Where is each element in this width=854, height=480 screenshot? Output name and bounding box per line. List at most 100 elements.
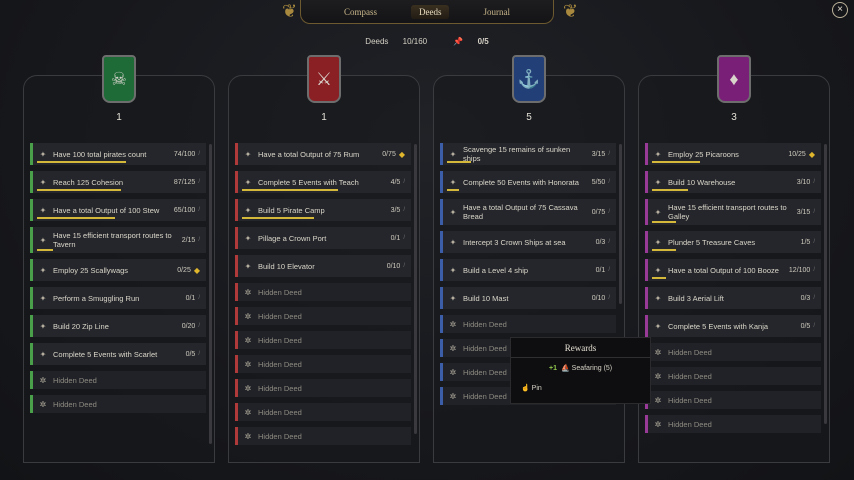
pin-icon[interactable]: /	[813, 209, 815, 215]
deed-name: Build 10 Mast	[463, 293, 509, 303]
pin-icon[interactable]: /	[403, 207, 405, 213]
booze-icon: ✦	[654, 265, 662, 275]
pin-icon[interactable]: /	[608, 151, 610, 157]
pin-icon[interactable]: /	[198, 151, 200, 157]
deed-row[interactable]: ✦ Reach 125 Cohesion 87/125/	[30, 171, 206, 193]
pin-icon[interactable]: /	[813, 267, 815, 273]
deed-progress: 0/3	[595, 238, 606, 246]
faction-level: 5	[526, 112, 532, 123]
close-button[interactable]: ×	[832, 2, 848, 18]
pin-icon[interactable]: /	[198, 323, 200, 329]
seafaring-icon: ⛵	[560, 365, 570, 372]
progress-bar	[37, 161, 126, 163]
deed-name: Complete 50 Events with Honorata	[463, 177, 579, 187]
hidden-deed-row[interactable]: ✲ Hidden Deed	[235, 307, 411, 325]
pin-icon[interactable]: /	[403, 235, 405, 241]
deed-row[interactable]: ✦ Plunder 5 Treasure Caves 1/5/	[645, 231, 821, 253]
gem-icon[interactable]: ◆	[809, 150, 815, 159]
deed-progress: 3/15	[591, 150, 606, 158]
deed-name: Perform a Smuggling Run	[53, 293, 140, 303]
deed-row[interactable]: ✦ Have a total Output of 100 Booze 12/100/	[645, 259, 821, 281]
deed-row[interactable]: ✦ Scavenge 15 remains of sunken ships 3/15…	[440, 143, 616, 165]
deed-row[interactable]: ✦ Have 100 total pirates count 74/100/	[30, 143, 206, 165]
gem-icon[interactable]: ◆	[194, 266, 200, 275]
camp-icon: ✦	[244, 205, 252, 215]
deed-row[interactable]: ✦ Complete 5 Events with Teach 4/5/	[235, 171, 411, 193]
deed-row[interactable]: ✦ Build 10 Mast 0/10/	[440, 287, 616, 309]
hidden-deed-row[interactable]: ✲ Hidden Deed	[235, 283, 411, 301]
hidden-deed-row[interactable]: ✲ Hidden Deed	[645, 343, 821, 361]
deed-row[interactable]: ✦ Build 5 Pirate Camp 3/5/	[235, 199, 411, 221]
hidden-deed-row[interactable]: ✲ Hidden Deed	[645, 367, 821, 385]
deed-progress: 0/75	[382, 150, 396, 158]
pin-icon[interactable]: /	[198, 179, 200, 185]
hidden-deed-row[interactable]: ✲ Hidden Deed	[645, 415, 821, 433]
pin-icon[interactable]: /	[198, 237, 200, 243]
deed-row[interactable]: ✦ Build 10 Warehouse 3/10/	[645, 171, 821, 193]
deeds-summary: Deeds 10/160 📌 0/5	[0, 37, 854, 46]
deed-row[interactable]: ✦ Have a total Output of 100 Stew 65/100/	[30, 199, 206, 221]
hidden-deed-icon: ✲	[39, 399, 47, 409]
tab-compass[interactable]: Compass	[336, 5, 385, 19]
pin-icon[interactable]: /	[198, 295, 200, 301]
hidden-deed-row[interactable]: ✲ Hidden Deed	[645, 391, 821, 409]
pin-icon[interactable]: /	[608, 239, 610, 245]
scrollbar[interactable]	[619, 144, 622, 304]
deed-row[interactable]: ✦ Build 10 Elevator 0/10/	[235, 255, 411, 277]
deed-row[interactable]: ✦ Employ 25 Picaroons 10/25 ◆	[645, 143, 821, 165]
pin-icon[interactable]: /	[813, 323, 815, 329]
deed-progress: 0/3	[800, 294, 811, 302]
hidden-deed-row[interactable]: ✲ Hidden Deed	[235, 331, 411, 349]
deed-row[interactable]: ✦ Intercept 3 Crown Ships at sea 0/3/	[440, 231, 616, 253]
deed-row[interactable]: ✦ Build 20 Zip Line 0/20/	[30, 315, 206, 337]
deed-row[interactable]: ✦ Build 3 Aerial Lift 0/3/	[645, 287, 821, 309]
hidden-deed-row[interactable]: ✲ Hidden Deed	[235, 427, 411, 445]
deed-name: Have a total Output of 100 Stew	[53, 205, 160, 215]
hidden-deed-row[interactable]: ✲ Hidden Deed	[30, 395, 206, 413]
deed-row[interactable]: ✦ Have a total Output of 75 Rum 0/75 ◆	[235, 143, 411, 165]
deed-name: Hidden Deed	[53, 375, 97, 385]
hidden-deed-row[interactable]: ✲ Hidden Deed	[235, 403, 411, 421]
scrollbar[interactable]	[824, 144, 827, 424]
deed-row[interactable]: ✦ Complete 5 Events with Kanja 0/5/	[645, 315, 821, 337]
pin-icon[interactable]: /	[403, 263, 405, 269]
pin-icon[interactable]: /	[608, 179, 610, 185]
scrollbar[interactable]	[414, 144, 417, 434]
deed-row[interactable]: ✦ Pillage a Crown Port 0/1/	[235, 227, 411, 249]
pin-icon[interactable]: /	[608, 209, 610, 215]
pin-icon[interactable]: /	[813, 239, 815, 245]
zipline-icon: ✦	[39, 321, 47, 331]
lift-icon: ✦	[654, 293, 662, 303]
tab-journal[interactable]: Journal	[475, 5, 518, 19]
pin-icon[interactable]: /	[198, 207, 200, 213]
hidden-deed-row[interactable]: ✲ Hidden Deed	[440, 315, 616, 333]
progress-bar	[652, 189, 688, 191]
hidden-deed-row[interactable]: ✲ Hidden Deed	[235, 379, 411, 397]
progress-bar	[652, 221, 676, 223]
hidden-deed-row[interactable]: ✲ Hidden Deed	[235, 355, 411, 373]
deed-progress: 0/20	[181, 322, 196, 330]
deed-progress: 1/5	[800, 238, 811, 246]
deed-row[interactable]: ✦ Complete 5 Events with Scarlet 0/5/	[30, 343, 206, 365]
pinned-count: 0/5	[477, 37, 489, 46]
pin-icon[interactable]: /	[198, 351, 200, 357]
pin-icon[interactable]: /	[608, 267, 610, 273]
deed-name: Hidden Deed	[668, 419, 712, 429]
deed-row[interactable]: ✦ Build a Level 4 ship 0/1/	[440, 259, 616, 281]
tab-deeds[interactable]: Deeds	[410, 4, 450, 19]
pin-icon[interactable]: /	[608, 295, 610, 301]
pin-icon[interactable]: /	[813, 179, 815, 185]
pin-icon[interactable]: /	[813, 295, 815, 301]
deed-row[interactable]: ✦ Complete 50 Events with Honorata 5/50/	[440, 171, 616, 193]
deed-row[interactable]: ✦ Employ 25 Scallywags 0/25 ◆	[30, 259, 206, 281]
gem-icon[interactable]: ◆	[399, 150, 405, 159]
deed-row[interactable]: ✦ Have 15 efficient transport routes to T…	[30, 227, 206, 253]
deed-row[interactable]: ✦ Have a total Output of 75 Cassava Bread…	[440, 199, 616, 225]
pin-icon[interactable]: /	[403, 179, 405, 185]
deed-row[interactable]: ✦ Perform a Smuggling Run 0/1/	[30, 287, 206, 309]
hidden-deed-row[interactable]: ✲ Hidden Deed	[30, 371, 206, 389]
progress-bar	[652, 277, 667, 279]
scrollbar[interactable]	[209, 144, 212, 444]
reward-delta: +1	[549, 365, 557, 372]
deed-row[interactable]: ✦ Have 15 efficient transport routes to G…	[645, 199, 821, 225]
